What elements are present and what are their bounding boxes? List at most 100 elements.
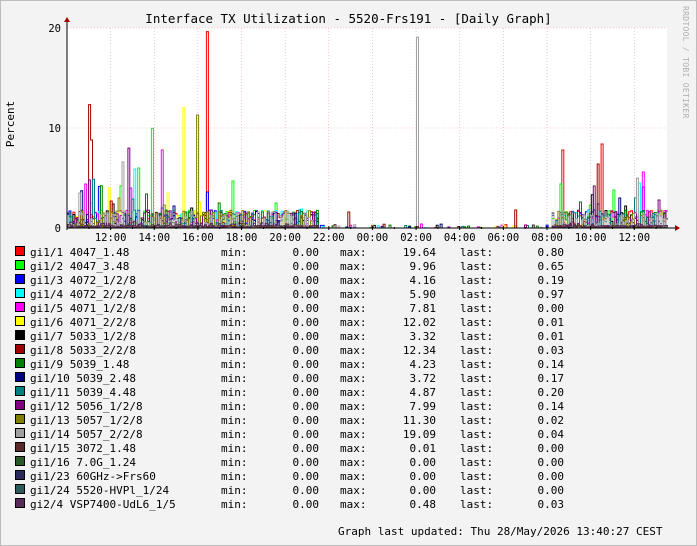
legend-min-label: min: — [221, 386, 248, 399]
legend-series-name: gi1/2 4047_3.48 — [30, 260, 130, 273]
legend-swatch — [15, 330, 25, 340]
legend-max-label: max: — [340, 246, 367, 259]
legend-last-label: last: — [460, 498, 494, 511]
legend-swatch — [15, 316, 25, 326]
legend-max-label: max: — [340, 316, 367, 329]
legend-swatch — [15, 372, 25, 382]
legend-series-name: gi1/3 4072_1/2/8 — [30, 274, 136, 287]
legend-max-value: 0.00 — [409, 470, 437, 483]
legend-swatch — [15, 288, 25, 298]
legend-series-name: gi1/12 5056_1/2/8 — [30, 400, 143, 413]
legend-max-label: max: — [340, 358, 367, 371]
legend-min-label: min: — [221, 442, 248, 455]
y-tick-label: 20 — [48, 23, 61, 35]
legend-max-value: 19.09 — [402, 428, 436, 441]
legend-last-label: last: — [460, 330, 494, 343]
legend-last-value: 0.80 — [537, 246, 565, 259]
legend-max-label: max: — [340, 498, 367, 511]
legend-last-label: last: — [460, 470, 494, 483]
legend-swatch — [15, 456, 25, 466]
legend-min-label: min: — [221, 330, 248, 343]
legend-max-value: 0.01 — [409, 442, 437, 455]
legend-max-value: 0.00 — [409, 484, 437, 497]
y-axis-label: Percent — [4, 101, 17, 147]
legend-max-value: 0.00 — [409, 456, 437, 469]
legend-series-name: gi1/8 5033_2/2/8 — [30, 344, 136, 357]
legend-series-name: gi1/13 5057_1/2/8 — [30, 414, 143, 427]
legend-last-label: last: — [460, 372, 494, 385]
legend-swatch — [15, 302, 25, 312]
legend-max-label: max: — [340, 330, 367, 343]
legend-last-value: 0.00 — [537, 484, 565, 497]
legend-last-value: 0.19 — [537, 274, 565, 287]
legend-min-value: 0.00 — [292, 386, 320, 399]
legend-swatch — [15, 386, 25, 396]
legend-max-label: max: — [340, 344, 367, 357]
legend-last-value: 0.20 — [537, 386, 565, 399]
y-axis-arrow — [64, 17, 70, 22]
legend-min-value: 0.00 — [292, 344, 320, 357]
legend-max-value: 11.30 — [402, 414, 436, 427]
x-tick-label: 12:00 — [618, 232, 650, 244]
legend-last-label: last: — [460, 302, 494, 315]
legend-series-name: gi1/6 4071_2/2/8 — [30, 316, 136, 329]
legend-min-value: 0.00 — [292, 428, 320, 441]
legend-last-label: last: — [460, 442, 494, 455]
legend-min-value: 0.00 — [292, 358, 320, 371]
legend-last-value: 0.97 — [537, 288, 565, 301]
legend-series-name: gi1/15 3072_1.48 — [30, 442, 136, 455]
legend-series-name: gi1/11 5039_4.48 — [30, 386, 136, 399]
legend-last-value: 0.17 — [537, 372, 565, 385]
legend-series-name: gi1/1 4047_1.48 — [30, 246, 130, 259]
legend-min-label: min: — [221, 484, 248, 497]
legend-last-value: 0.02 — [537, 414, 565, 427]
x-tick-label: 12:00 — [95, 232, 127, 244]
legend-max-label: max: — [340, 260, 367, 273]
legend-max-label: max: — [340, 442, 367, 455]
x-tick-label: 02:00 — [400, 232, 432, 244]
legend-last-label: last: — [460, 288, 494, 301]
legend-min-label: min: — [221, 260, 248, 273]
legend-max-value: 3.32 — [409, 330, 437, 343]
legend-last-value: 0.01 — [537, 316, 565, 329]
legend-max-label: max: — [340, 470, 367, 483]
legend-last-value: 0.03 — [537, 498, 565, 511]
legend-min-label: min: — [221, 246, 248, 259]
legend-last-value: 0.01 — [537, 330, 565, 343]
x-tick-label: 06:00 — [488, 232, 520, 244]
legend-max-value: 4.87 — [409, 386, 437, 399]
legend-min-value: 0.00 — [292, 498, 320, 511]
legend-max-value: 4.23 — [409, 358, 437, 371]
legend-series-name: gi1/7 5033_1/2/8 — [30, 330, 136, 343]
legend-last-label: last: — [460, 316, 494, 329]
x-tick-label: 04:00 — [444, 232, 476, 244]
legend-last-value: 0.00 — [537, 456, 565, 469]
legend-max-value: 12.34 — [402, 344, 436, 357]
legend-min-value: 0.00 — [292, 288, 320, 301]
legend-series-name: gi2/4 VSP7400-UdL6_1/5 — [30, 498, 176, 511]
legend-series-name: gi1/24 5520-HVPl_1/24 — [30, 484, 170, 497]
legend-max-value: 7.99 — [409, 400, 437, 413]
legend-max-label: max: — [340, 484, 367, 497]
legend-max-label: max: — [340, 372, 367, 385]
legend-last-label: last: — [460, 274, 494, 287]
x-tick-label: 14:00 — [138, 232, 170, 244]
legend-last-label: last: — [460, 344, 494, 357]
y-tick-label: 10 — [48, 123, 61, 135]
legend-series-name: gi1/9 5039_1.48 — [30, 358, 130, 371]
legend-min-label: min: — [221, 400, 248, 413]
legend-min-label: min: — [221, 456, 248, 469]
legend-min-value: 0.00 — [292, 246, 320, 259]
legend-last-value: 0.03 — [537, 344, 565, 357]
legend-min-label: min: — [221, 428, 248, 441]
legend-last-label: last: — [460, 358, 494, 371]
legend-swatch — [15, 414, 25, 424]
legend-swatch — [15, 470, 25, 480]
legend-last-value: 0.04 — [537, 428, 565, 441]
legend-min-value: 0.00 — [292, 316, 320, 329]
legend-swatch — [15, 484, 25, 494]
legend-min-value: 0.00 — [292, 302, 320, 315]
legend-last-value: 0.00 — [537, 302, 565, 315]
legend-series-name: gi1/4 4072_2/2/8 — [30, 288, 136, 301]
y-tick-label: 0 — [55, 223, 61, 235]
